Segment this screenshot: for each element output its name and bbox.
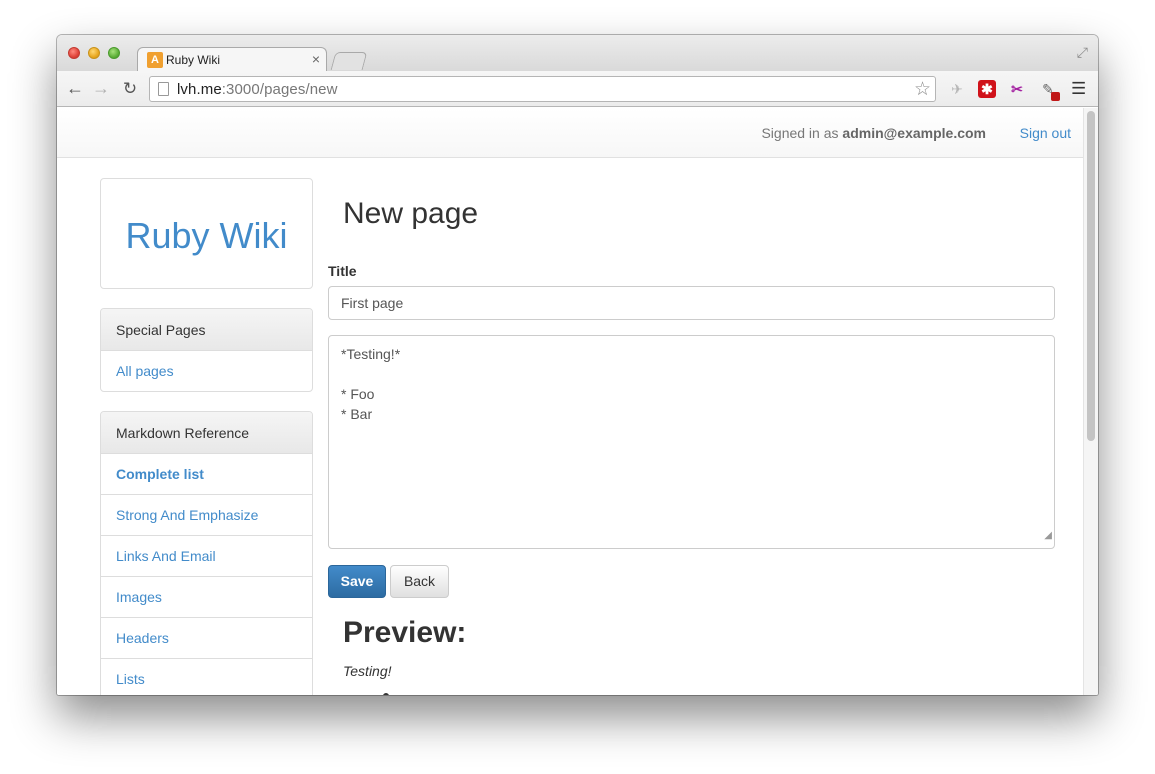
reload-icon[interactable]: ↻ — [120, 79, 140, 99]
tab-ruby-wiki[interactable]: A Ruby Wiki × — [137, 47, 327, 72]
forward-arrow-icon[interactable]: → — [91, 78, 111, 99]
minimize-window-button[interactable] — [88, 47, 100, 59]
preview-heading: Preview: — [343, 616, 467, 649]
title-input[interactable]: First page — [328, 286, 1055, 320]
sidebar-item-strong-emphasize[interactable]: Strong And Emphasize — [101, 495, 312, 536]
sign-out-link[interactable]: Sign out — [1020, 125, 1071, 141]
preview-text: Testing! — [343, 663, 392, 679]
scrollbar-thumb[interactable] — [1087, 111, 1095, 441]
url-host: lvh.me — [177, 81, 222, 98]
new-tab-button[interactable] — [330, 52, 368, 70]
markdown-reference-panel: Markdown Reference Complete list Strong … — [100, 411, 313, 695]
zoom-window-button[interactable] — [108, 47, 120, 59]
extension-lastpass-icon[interactable]: ✱ — [978, 80, 996, 98]
fullscreen-icon[interactable]: ⤢ — [1077, 44, 1088, 61]
tab-close-icon[interactable]: × — [312, 51, 320, 67]
extension-eyedropper-icon[interactable]: ✎ — [1039, 80, 1060, 101]
resize-handle-icon[interactable]: ◢ — [1044, 526, 1052, 546]
sidebar-item-images[interactable]: Images — [101, 577, 312, 618]
special-pages-heading: Special Pages — [101, 309, 312, 351]
sidebar-item-headers[interactable]: Headers — [101, 618, 312, 659]
extension-badge — [1051, 92, 1060, 101]
extension-pin-icon[interactable]: ✈ — [948, 80, 966, 98]
sidebar-item-all-pages[interactable]: All pages — [101, 351, 312, 391]
save-button[interactable]: Save — [328, 565, 386, 598]
title-label: Title — [328, 263, 357, 279]
markdown-reference-heading: Markdown Reference — [101, 412, 312, 454]
url-path: :3000/pages/new — [221, 81, 338, 98]
extension-scissors-icon[interactable]: ✂ — [1008, 80, 1026, 98]
browser-window: A Ruby Wiki × ⤢ ← → ↻ lvh.me:3000/pages/… — [57, 35, 1098, 695]
sidebar-item-complete-list[interactable]: Complete list — [101, 454, 312, 495]
top-navbar: Signed in as admin@example.com Sign out — [57, 108, 1083, 158]
sidebar-item-lists[interactable]: Lists — [101, 659, 312, 695]
page-title: New page — [343, 197, 479, 230]
browser-toolbar: ← → ↻ lvh.me:3000/pages/new ☆ ✈ ✱ ✂ ✎ ☰ — [57, 71, 1098, 107]
address-bar[interactable]: lvh.me:3000/pages/new ☆ — [149, 76, 936, 102]
chrome-menu-icon[interactable]: ☰ — [1071, 79, 1086, 99]
body-text: *Testing!* * Foo * Bar — [341, 346, 401, 422]
tab-strip: A Ruby Wiki × ⤢ — [57, 35, 1098, 72]
scrollbar[interactable] — [1083, 108, 1098, 695]
preview-list-bullet — [383, 693, 389, 695]
back-arrow-icon[interactable]: ← — [65, 78, 85, 99]
user-email: admin@example.com — [842, 125, 986, 141]
sidebar-item-links-email[interactable]: Links And Email — [101, 536, 312, 577]
body-textarea[interactable]: *Testing!* * Foo * Bar ◢ — [328, 335, 1055, 549]
screen: A Ruby Wiki × ⤢ ← → ↻ lvh.me:3000/pages/… — [0, 0, 1155, 774]
tab-title: Ruby Wiki — [166, 53, 221, 67]
signed-in-text: Signed in as admin@example.com — [761, 125, 986, 141]
bookmark-star-icon[interactable]: ☆ — [914, 78, 931, 101]
brand-panel: Ruby Wiki — [100, 178, 313, 289]
close-window-button[interactable] — [68, 47, 80, 59]
special-pages-panel: Special Pages All pages — [100, 308, 313, 392]
back-button[interactable]: Back — [390, 565, 449, 598]
brand-title[interactable]: Ruby Wiki — [101, 215, 312, 257]
favicon-icon: A — [147, 52, 163, 68]
signed-prefix: Signed in as — [761, 125, 843, 141]
page-icon — [158, 82, 169, 96]
url-text[interactable]: lvh.me:3000/pages/new — [177, 81, 338, 98]
page-viewport: Signed in as admin@example.com Sign out … — [57, 108, 1098, 695]
